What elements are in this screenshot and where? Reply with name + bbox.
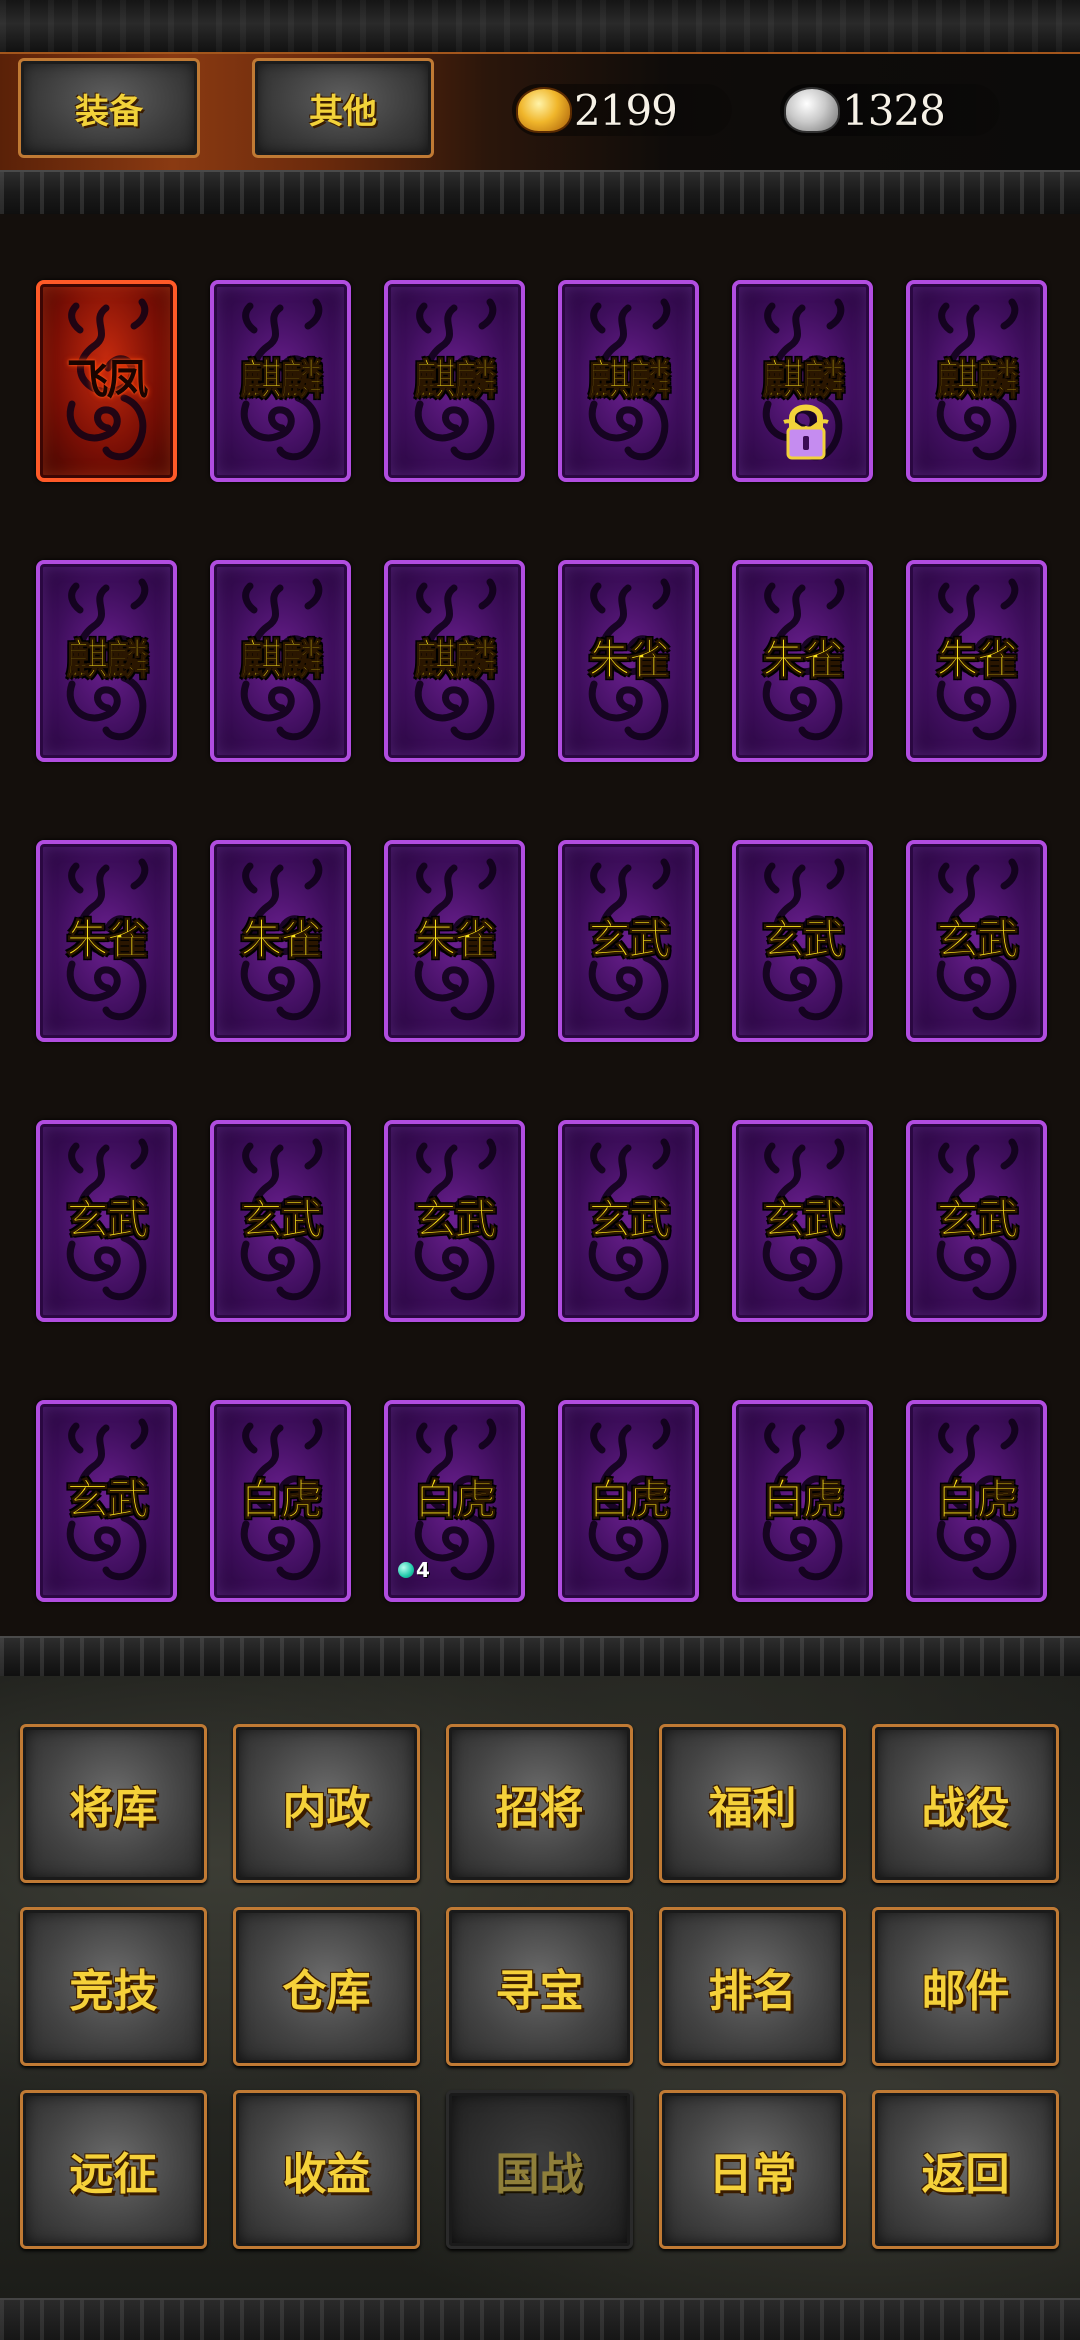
general-card[interactable]: 白虎 4: [384, 1400, 525, 1602]
menu-button[interactable]: 竞技: [20, 1907, 207, 2066]
card-label: 玄武: [588, 915, 671, 965]
card-badge: 4: [398, 1558, 430, 1582]
general-card[interactable]: 白虎: [210, 1400, 351, 1602]
card-label: 朱雀: [240, 915, 323, 965]
top-decor-stripe: [0, 0, 1080, 54]
menu-button[interactable]: 寻宝: [446, 1907, 633, 2066]
general-card[interactable]: 玄武: [36, 1120, 177, 1322]
screen: 装备 其他 2199 1328 飞凤 麒麟 麒麟 麒麟 麒麟 麒麟 麒麟 麒麟 麒麟 朱雀 朱雀 朱雀…: [0, 0, 1080, 2340]
general-card[interactable]: 麒麟: [210, 560, 351, 762]
card-label: 朱雀: [414, 915, 497, 965]
gold-ingot-icon: [518, 89, 570, 131]
menu-button[interactable]: 国战: [446, 2090, 633, 2249]
general-card[interactable]: 朱雀: [384, 840, 525, 1042]
card-label: 玄武: [762, 915, 845, 965]
tab-equipment[interactable]: 装备: [18, 58, 200, 158]
menu-button[interactable]: 邮件: [872, 1907, 1059, 2066]
card-label: 飞凤: [66, 355, 148, 404]
general-card[interactable]: 飞凤: [36, 280, 177, 482]
card-label: 白虎: [762, 1475, 845, 1525]
general-card[interactable]: 朱雀: [36, 840, 177, 1042]
general-card[interactable]: 麒麟: [210, 280, 351, 482]
card-label: 玄武: [762, 1195, 845, 1245]
card-label: 白虎: [588, 1475, 671, 1525]
card-label: 麒麟: [936, 355, 1019, 405]
card-label: 朱雀: [936, 635, 1019, 685]
card-inventory-panel: 飞凤 麒麟 麒麟 麒麟 麒麟 麒麟 麒麟 麒麟 麒麟 朱雀 朱雀 朱雀 朱雀 朱雀 朱雀 玄武 玄武 玄武 玄武 玄武…: [0, 214, 1080, 1636]
general-card[interactable]: 朱雀: [906, 560, 1047, 762]
menu-button[interactable]: 战役: [872, 1724, 1059, 1883]
general-card[interactable]: 白虎: [906, 1400, 1047, 1602]
card-label: 朱雀: [762, 635, 845, 685]
general-card[interactable]: 玄武: [732, 840, 873, 1042]
silver-ingot-icon: [786, 89, 838, 131]
general-card[interactable]: 白虎: [732, 1400, 873, 1602]
main-menu-grid: 将库 内政 招将 福利 战役竞技 仓库 寻宝 排名 邮件远征 收益 国战 日常 返回: [20, 1724, 1059, 2249]
menu-button[interactable]: 招将: [446, 1724, 633, 1883]
card-label: 麒麟: [414, 355, 497, 405]
menu-button[interactable]: 远征: [20, 2090, 207, 2249]
card-label: 白虎: [936, 1475, 1019, 1525]
general-card[interactable]: 玄武: [384, 1120, 525, 1322]
tab-other[interactable]: 其他: [252, 58, 434, 158]
menu-button[interactable]: 将库: [20, 1724, 207, 1883]
gold-counter: 2199: [518, 82, 678, 138]
card-label: 玄武: [588, 1195, 671, 1245]
card-label: 麒麟: [240, 635, 323, 685]
general-card[interactable]: 玄武: [210, 1120, 351, 1322]
card-label: 朱雀: [588, 635, 671, 685]
card-grid: 飞凤 麒麟 麒麟 麒麟 麒麟 麒麟 麒麟 麒麟 麒麟 朱雀 朱雀 朱雀 朱雀 朱雀 朱雀 玄武 玄武 玄武 玄武 玄武…: [36, 280, 1047, 1602]
menu-button[interactable]: 仓库: [233, 1907, 420, 2066]
general-card[interactable]: 麒麟: [384, 560, 525, 762]
general-card[interactable]: 玄武: [558, 1120, 699, 1322]
general-card[interactable]: 麒麟: [906, 280, 1047, 482]
general-card[interactable]: 朱雀: [210, 840, 351, 1042]
card-label: 白虎: [240, 1475, 323, 1525]
general-card[interactable]: 玄武: [558, 840, 699, 1042]
card-label: 麒麟: [588, 355, 671, 405]
menu-button[interactable]: 排名: [659, 1907, 846, 2066]
menu-top-border: [0, 1636, 1080, 1680]
badge-count: 4: [416, 1558, 430, 1582]
general-card[interactable]: 玄武: [906, 1120, 1047, 1322]
menu-button[interactable]: 收益: [233, 2090, 420, 2249]
general-card[interactable]: 麒麟: [384, 280, 525, 482]
card-label: 玄武: [414, 1195, 497, 1245]
card-label: 麒麟: [66, 635, 149, 685]
card-label: 朱雀: [66, 915, 149, 965]
general-card[interactable]: 朱雀: [558, 560, 699, 762]
card-label: 玄武: [936, 915, 1019, 965]
silver-counter: 1328: [786, 82, 946, 138]
card-label: 玄武: [66, 1475, 149, 1525]
gem-icon: [398, 1562, 414, 1578]
card-label: 玄武: [66, 1195, 149, 1245]
card-label: 玄武: [936, 1195, 1019, 1245]
gold-amount: 2199: [574, 85, 678, 135]
lock-icon: [780, 398, 832, 462]
card-label: 麒麟: [240, 355, 323, 405]
general-card[interactable]: 白虎: [558, 1400, 699, 1602]
card-label: 麒麟: [414, 635, 497, 685]
card-label: 玄武: [240, 1195, 323, 1245]
general-card[interactable]: 麒麟: [558, 280, 699, 482]
general-card[interactable]: 玄武: [906, 840, 1047, 1042]
card-label: 白虎: [414, 1475, 497, 1525]
general-card[interactable]: 朱雀: [732, 560, 873, 762]
general-card[interactable]: 麒麟: [732, 280, 873, 482]
menu-bottom-border: [0, 2298, 1080, 2340]
silver-amount: 1328: [842, 85, 946, 135]
menu-button[interactable]: 内政: [233, 1724, 420, 1883]
menu-button[interactable]: 福利: [659, 1724, 846, 1883]
general-card[interactable]: 麒麟: [36, 560, 177, 762]
menu-button[interactable]: 日常: [659, 2090, 846, 2249]
general-card[interactable]: 玄武: [732, 1120, 873, 1322]
top-bar-border: [0, 170, 1080, 216]
general-card[interactable]: 玄武: [36, 1400, 177, 1602]
menu-button[interactable]: 返回: [872, 2090, 1059, 2249]
